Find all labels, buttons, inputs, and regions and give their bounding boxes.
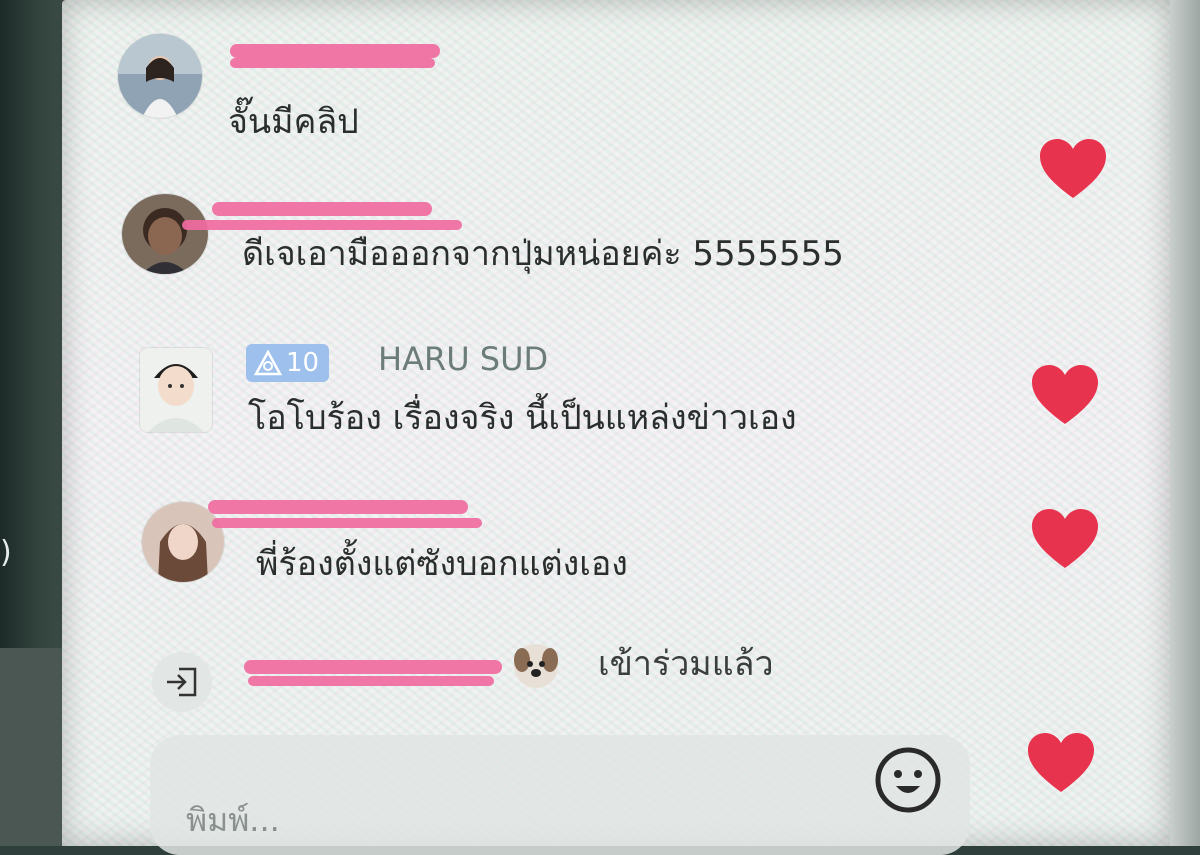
redacted-username [212,518,482,528]
level-badge: 10 [246,344,330,382]
redacted-username [208,500,468,514]
comment-text: โอโบร้อง เรื่องจริง นี้เป็นแหล่งข่าวเอง [248,398,797,438]
right-edge [1170,0,1200,846]
audio-icon: ) [0,535,12,570]
smiley-icon[interactable] [872,744,944,816]
heart-icon[interactable] [1030,364,1100,426]
triangle-icon [254,350,282,376]
heart-icon[interactable] [1026,732,1096,794]
left-edge: ) [0,0,82,846]
redacted-username [212,202,432,216]
redacted-username [230,58,435,68]
badge-level: 10 [286,348,320,378]
comment-text: พี่ร้องตั้งแต่ซังบอกแต่งเอง [256,544,628,584]
avatar[interactable] [122,194,208,274]
avatar[interactable] [142,502,224,582]
commenter-name[interactable]: HARU SUD [378,340,548,378]
avatar[interactable] [118,34,202,118]
comment-text: ดีเจเอามือออกจากปุ่มหน่อยค่ะ 5555555 [242,234,844,274]
redacted-username [244,660,502,674]
dog-emoji [514,644,558,688]
heart-icon[interactable] [1030,508,1100,570]
join-arrow-icon [152,652,212,712]
redacted-username [230,44,440,58]
redacted-username [248,676,494,686]
join-text: เข้าร่วมแล้ว [598,644,774,684]
comment-text: จั๊นมีคลิป [228,102,359,142]
avatar[interactable] [140,348,212,432]
heart-icon[interactable] [1038,138,1108,200]
input-placeholder[interactable]: พิมพ์... [186,795,280,846]
